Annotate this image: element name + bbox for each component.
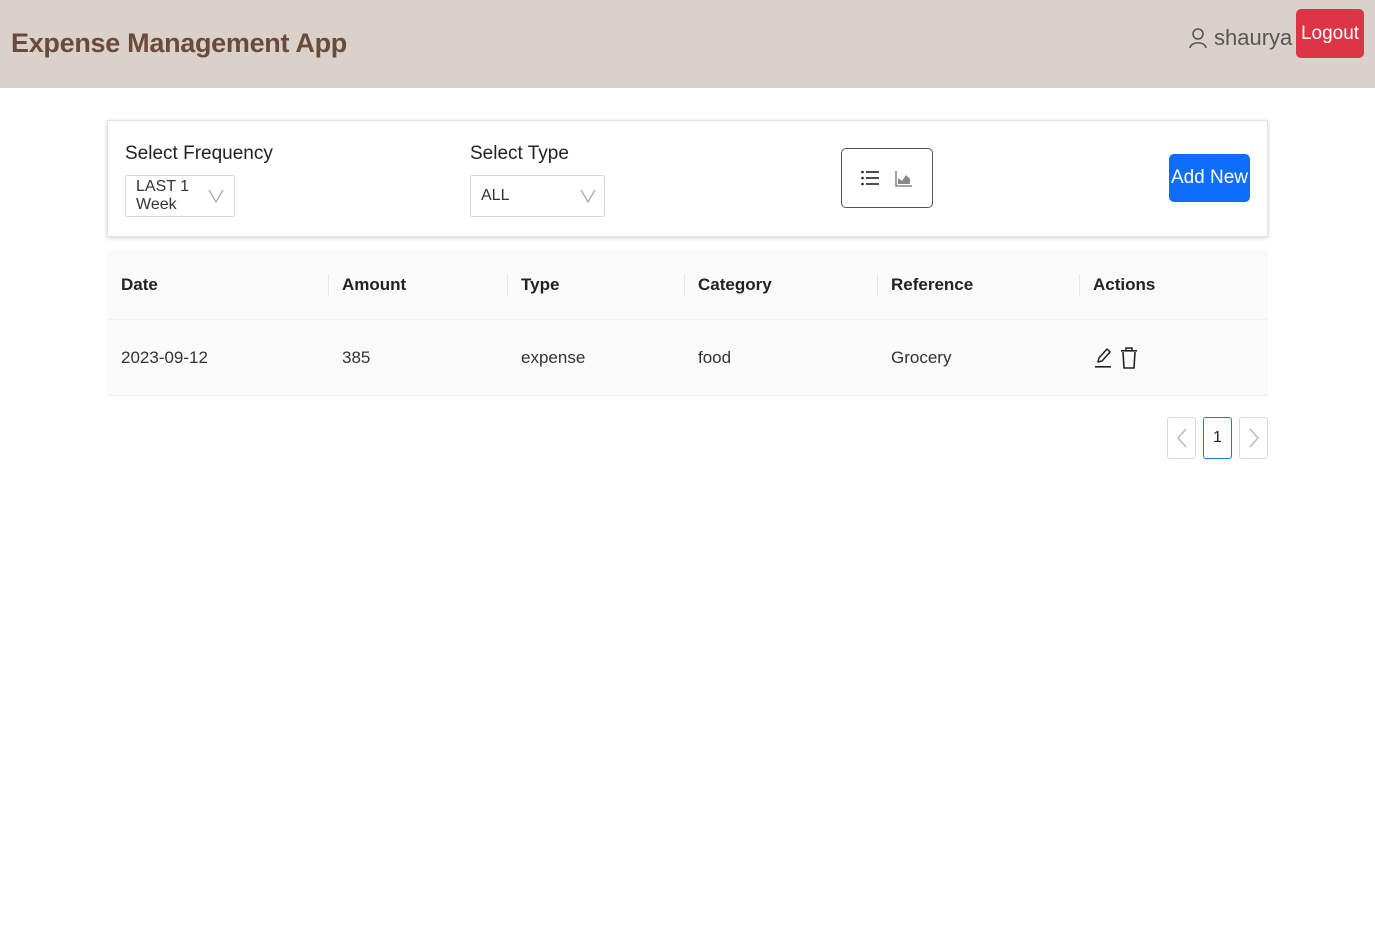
page-button-current[interactable]: 1 [1203, 417, 1232, 459]
username-label: shaurya [1214, 25, 1293, 50]
cell-reference: Grocery [891, 347, 952, 367]
chevron-down-icon [580, 189, 596, 204]
top-navbar: Expense Management App shaurya Logout [0, 0, 1375, 88]
pagination: 1 [1167, 417, 1268, 459]
next-page-button[interactable] [1239, 417, 1268, 459]
column-header-amount: Amount [328, 250, 507, 319]
cell-category: food [698, 347, 732, 367]
area-chart-icon[interactable] [894, 168, 914, 188]
cell-date: 2023-09-12 [121, 347, 208, 367]
edit-icon[interactable] [1093, 346, 1113, 370]
app-title[interactable]: Expense Management App [11, 28, 347, 59]
delete-icon[interactable] [1119, 346, 1139, 370]
view-toggle [841, 148, 933, 208]
column-header-type: Type [507, 250, 684, 319]
column-header-actions: Actions [1079, 250, 1268, 319]
column-header-date: Date [121, 274, 158, 294]
list-icon[interactable] [860, 168, 880, 188]
cell-type: expense [521, 347, 586, 367]
chevron-down-icon [208, 189, 224, 204]
type-label: Select Type [470, 143, 569, 164]
cell-actions [1079, 320, 1268, 395]
column-header-reference: Reference [877, 250, 1079, 319]
user-info: shaurya [1188, 24, 1292, 52]
type-select[interactable]: ALL [470, 175, 605, 217]
filter-card: Select Frequency LAST 1 Week Select Type… [107, 120, 1268, 237]
user-icon [1189, 28, 1207, 49]
frequency-select[interactable]: LAST 1 Week [125, 175, 235, 217]
column-header-category: Category [684, 250, 877, 319]
prev-page-button[interactable] [1167, 417, 1196, 459]
logout-button[interactable]: Logout [1296, 9, 1364, 58]
cell-amount: 385 [342, 347, 371, 367]
transactions-table: Date Amount Type Category Reference Acti… [107, 250, 1268, 396]
type-select-value: ALL [481, 187, 510, 204]
frequency-label: Select Frequency [125, 143, 273, 164]
table-row: 2023-09-12 385 expense food Grocery [107, 320, 1268, 396]
add-new-button[interactable]: Add New [1169, 154, 1250, 202]
table-header: Date Amount Type Category Reference Acti… [107, 250, 1268, 320]
chevron-right-icon [1248, 428, 1259, 448]
chevron-left-icon [1176, 428, 1187, 448]
